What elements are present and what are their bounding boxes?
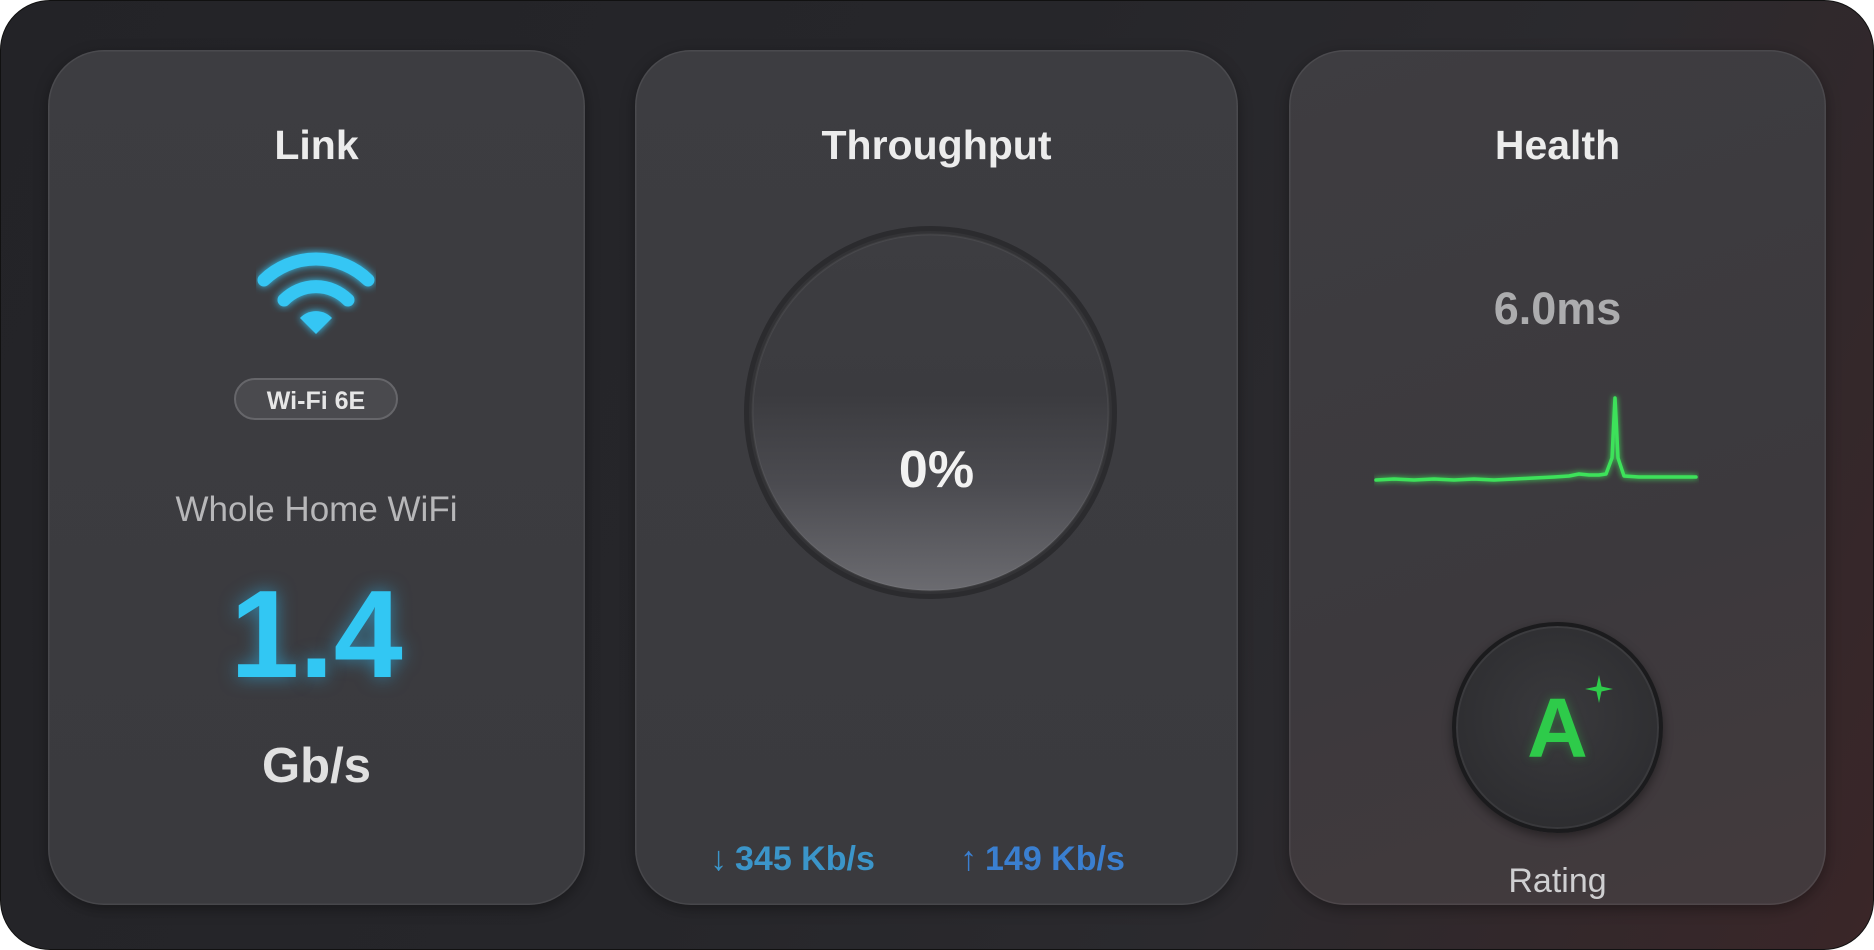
health-card: Health 6.0ms A Rating (1289, 50, 1826, 905)
health-card-title: Health (1494, 122, 1621, 168)
throughput-gauge (744, 226, 1117, 599)
link-card: Link Wi-Fi 6E Whole Home WiFi 1.4 Gb/s (48, 50, 585, 905)
arrow-up-icon: ↑ (960, 840, 977, 878)
download-rate-value: 345 Kb/s (735, 840, 875, 878)
link-speed-unit: Gb/s (262, 739, 371, 793)
upload-rate-value: 149 Kb/s (985, 840, 1125, 878)
rating-label: Rating (1508, 862, 1607, 900)
wifi-icon (257, 252, 375, 334)
wifi-standard-badge: Wi-Fi 6E (234, 378, 398, 420)
arrow-down-icon: ↓ (710, 840, 727, 878)
network-name: Whole Home WiFi (175, 490, 458, 529)
throughput-percent: 0% (898, 441, 975, 499)
link-speed-value: 1.4 (230, 566, 403, 704)
download-rate: ↓ 345 Kb/s (710, 840, 875, 879)
sparkle-plus-icon (1585, 675, 1613, 703)
throughput-card-title: Throughput (821, 122, 1052, 168)
latency-sparkline (1374, 396, 1698, 482)
link-card-title: Link (274, 122, 359, 168)
rating-badge: A (1452, 622, 1663, 833)
latency-value: 6.0ms (1493, 283, 1622, 334)
rating-grade: A (1527, 681, 1588, 775)
network-status-widget: Link Wi-Fi 6E Whole Home WiFi 1.4 Gb/s T… (0, 0, 1874, 950)
throughput-card: Throughput 0% ↓ 345 Kb/s ↑ 149 Kb/s (635, 50, 1238, 905)
upload-rate: ↑ 149 Kb/s (960, 840, 1125, 879)
